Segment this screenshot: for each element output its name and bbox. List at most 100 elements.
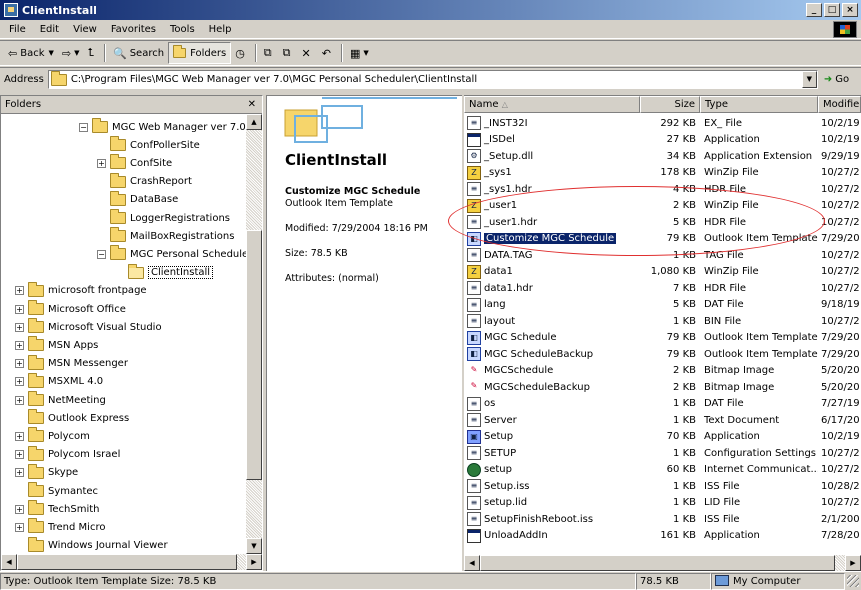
file-row[interactable]: ≡ SETUP 1 KB Configuration Settings 10/27/2 <box>464 445 861 461</box>
address-input[interactable]: C:\Program Files\MGC Web Manager ver 7.0… <box>47 70 818 89</box>
tree-item[interactable]: + Microsoft Office <box>15 300 126 318</box>
column-header-size[interactable]: Size <box>640 96 700 113</box>
tree-item[interactable]: − MGC Personal Scheduler <box>97 245 252 263</box>
expand-icon[interactable]: + <box>15 450 24 460</box>
maximize-button[interactable]: □ <box>824 3 840 17</box>
expand-icon[interactable]: + <box>15 304 24 314</box>
menu-file[interactable]: File <box>2 24 33 35</box>
file-row[interactable]: ≡ _user1.hdr 5 KB HDR File 10/27/2 <box>464 214 861 230</box>
undo-button[interactable]: ↶ <box>318 42 338 64</box>
file-row[interactable]: Zdata1 1,080 KB WinZip File 10/27/2 <box>464 264 861 280</box>
scroll-down-button[interactable]: ▼ <box>246 538 262 554</box>
tree-item[interactable]: Symantec <box>15 482 98 500</box>
expand-icon[interactable]: + <box>15 322 24 332</box>
tree-item[interactable]: DataBase <box>97 190 178 209</box>
scroll-thumb[interactable] <box>480 555 835 571</box>
file-row[interactable]: ≡ SetupFinishReboot.iss 1 KB ISS File 2/1/20… <box>464 511 861 527</box>
expand-icon[interactable]: + <box>15 286 24 296</box>
history-button[interactable]: ◷ <box>231 42 252 64</box>
copy-to-button[interactable]: ⧉ <box>279 42 298 64</box>
column-header-name[interactable]: Name △ <box>464 96 640 113</box>
file-row[interactable]: UnloadAddIn 161 KB Application 7/28/20 <box>464 528 861 544</box>
menu-help[interactable]: Help <box>202 24 239 35</box>
expand-icon[interactable]: + <box>15 431 24 441</box>
tree-item[interactable]: + Polycom Israel <box>15 445 120 464</box>
close-pane-icon[interactable]: ✕ <box>248 99 256 110</box>
close-button[interactable]: × <box>842 3 858 17</box>
tree-item[interactable]: + Trend Micro <box>15 518 105 536</box>
file-row[interactable]: ≡ Server 1 KB Text Document 6/17/20 <box>464 412 861 428</box>
expand-icon[interactable]: + <box>15 377 24 387</box>
dropdown-arrow-icon[interactable]: ▼ <box>74 49 79 57</box>
tree-item[interactable]: + Microsoft Visual Studio <box>15 318 162 336</box>
scroll-left-button[interactable]: ◀ <box>1 554 17 570</box>
up-folder-button[interactable]: ⮤ <box>84 42 102 64</box>
scroll-right-button[interactable]: ▶ <box>246 554 262 570</box>
file-row[interactable]: ⚙ _Setup.dll 34 KB Application Extension 9/2… <box>464 148 861 164</box>
file-row[interactable]: ≡ _sys1.hdr 4 KB HDR File 10/27/2 <box>464 181 861 197</box>
file-row[interactable]: ✎ MGCSchedule 2 KB Bitmap Image 5/20/20 <box>464 363 861 379</box>
menu-tools[interactable]: Tools <box>163 24 202 35</box>
file-row[interactable]: ≡ lang 5 KB DAT File 9/18/19 <box>464 297 861 313</box>
file-row[interactable]: ≡ os 1 KB DAT File 7/27/19 <box>464 396 861 412</box>
expand-icon[interactable]: + <box>15 395 24 405</box>
menu-edit[interactable]: Edit <box>33 24 66 35</box>
tree-item[interactable]: + microsoft frontpage <box>15 281 147 300</box>
go-button[interactable]: ➜ Go <box>824 74 849 85</box>
file-row[interactable]: ≡ layout 1 KB BIN File 10/27/2 <box>464 313 861 329</box>
tree-item[interactable]: LoggerRegistrations <box>97 209 230 227</box>
search-button[interactable]: 🔍 Search <box>109 42 168 64</box>
file-row[interactable]: ≡ setup.lid 1 KB LID File 10/27/2 <box>464 495 861 511</box>
tree-item[interactable]: Outlook Express <box>15 409 129 427</box>
forward-button[interactable]: ⇨ ▼ <box>58 42 84 64</box>
tree-item[interactable]: − MGC Web Manager ver 7.0 <box>79 118 246 136</box>
expand-icon[interactable]: + <box>15 504 24 514</box>
tree-item[interactable]: ClientInstall <box>115 263 214 282</box>
file-row[interactable]: _ISDel 27 KB Application 10/2/19 <box>464 132 861 148</box>
column-header-type[interactable]: Type <box>700 96 818 113</box>
back-button[interactable]: ⇦ Back ▼ <box>4 42 58 64</box>
address-dropdown-button[interactable]: ▼ <box>801 71 817 88</box>
tree-item[interactable]: + MSN Messenger <box>15 354 128 373</box>
column-header-modified[interactable]: Modified <box>818 96 861 113</box>
menu-favorites[interactable]: Favorites <box>104 24 163 35</box>
tree-item[interactable]: CrashReport <box>97 172 192 191</box>
file-row[interactable]: ≡ data1.hdr 7 KB HDR File 10/27/2 <box>464 280 861 296</box>
tree-item[interactable]: + NetMeeting <box>15 391 106 409</box>
tree-item[interactable]: + Polycom <box>15 427 90 445</box>
file-row[interactable]: ≡ DATA.TAG 1 KB TAG File 10/27/2 <box>464 247 861 263</box>
file-row[interactable]: ✎ MGCScheduleBackup 2 KB Bitmap Image 5/20/2… <box>464 379 861 395</box>
tree-item[interactable]: + MSXML 4.0 <box>15 372 103 391</box>
collapse-icon[interactable]: − <box>97 249 106 259</box>
tree-item[interactable]: ConfPollerSite <box>97 136 200 154</box>
tree-item[interactable]: + TechSmith <box>15 500 100 518</box>
tree-item[interactable]: + Skype <box>15 463 78 482</box>
file-row[interactable]: setup 60 KB Internet Communicat... 10/27/2 <box>464 462 861 478</box>
file-row[interactable]: ◧ Customize MGC Schedule 79 KB Outlook Item… <box>464 231 861 247</box>
expand-icon[interactable]: + <box>97 158 106 168</box>
scroll-thumb[interactable] <box>17 554 237 570</box>
file-row[interactable]: ≡ _INST32I 292 KB EX_ File 10/2/19 <box>464 115 861 131</box>
file-row[interactable]: ≡ Setup.iss 1 KB ISS File 10/28/2 <box>464 478 861 494</box>
views-button[interactable]: ▦ ▼ <box>346 42 373 64</box>
resize-grip[interactable] <box>847 575 859 587</box>
expand-icon[interactable]: + <box>15 340 24 350</box>
dropdown-arrow-icon[interactable]: ▼ <box>49 49 54 57</box>
scroll-thumb[interactable] <box>246 230 262 480</box>
tree-item[interactable]: Windows Journal Viewer <box>15 536 168 555</box>
move-to-button[interactable]: ⧉ <box>260 42 279 64</box>
expand-icon[interactable]: + <box>15 522 24 532</box>
expand-icon[interactable]: + <box>15 468 24 478</box>
tree-item[interactable]: MailBoxRegistrations <box>97 227 234 245</box>
folders-vertical-scrollbar[interactable]: ▲ ▼ <box>246 114 262 554</box>
menu-view[interactable]: View <box>66 24 104 35</box>
file-row[interactable]: Z _user1 2 KB WinZip File 10/27/2 <box>464 198 861 214</box>
expand-icon[interactable]: + <box>15 359 24 369</box>
file-row[interactable]: ◧ MGC Schedule 79 KB Outlook Item Template 7… <box>464 330 861 346</box>
minimize-button[interactable]: _ <box>806 3 822 17</box>
file-row[interactable]: ▣ Setup 70 KB Application 10/2/19 <box>464 429 861 445</box>
folders-button[interactable]: Folders <box>168 42 232 64</box>
delete-button[interactable]: ✕ <box>298 42 318 64</box>
file-row[interactable]: ◧ MGC ScheduleBackup 79 KB Outlook Item Tem… <box>464 346 861 362</box>
folders-horizontal-scrollbar[interactable]: ◀ ▶ <box>1 554 262 570</box>
